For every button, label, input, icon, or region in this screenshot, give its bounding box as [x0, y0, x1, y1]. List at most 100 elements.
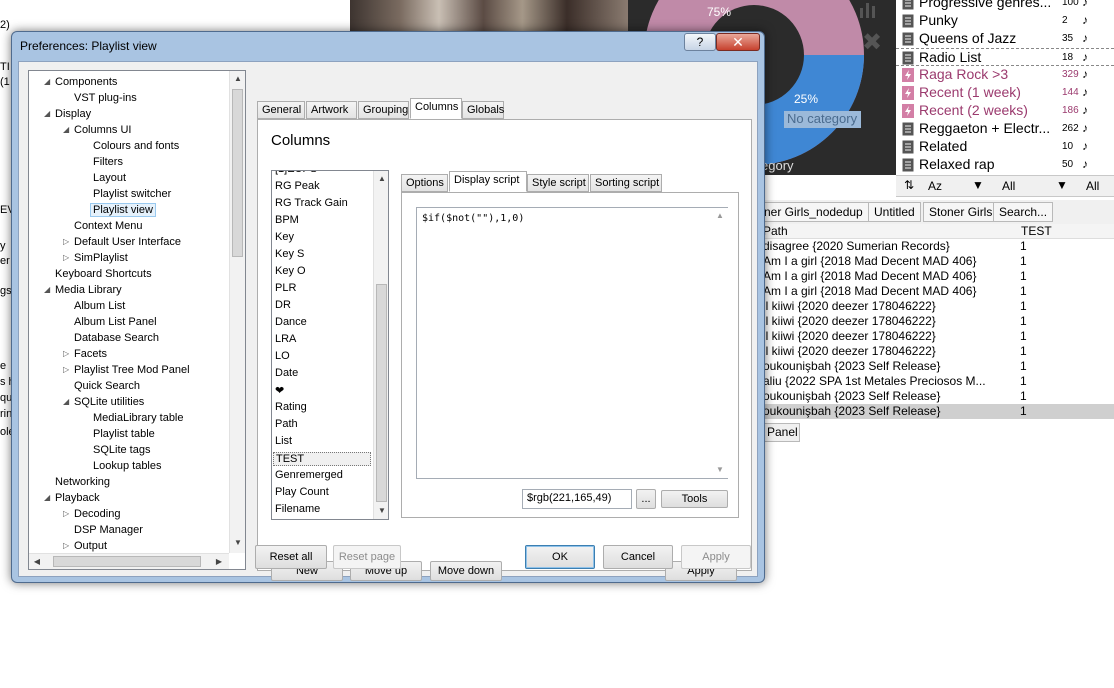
column-list-item[interactable]: [1]EUPS — [275, 171, 317, 175]
reset-all-button[interactable]: Reset all — [255, 545, 327, 569]
column-list-item[interactable]: LO — [275, 350, 290, 362]
tree-item[interactable]: ◢ SQLite utilities — [63, 395, 144, 410]
table-row[interactable]: il kiiwi {2020 deezer 178046222} 1 — [760, 299, 1114, 314]
scroll-right-arrow-icon[interactable]: ▶ — [211, 554, 227, 570]
tree-collapsed-arrow-icon[interactable]: ▷ — [63, 539, 69, 553]
column-list-item[interactable]: Filename — [275, 503, 320, 515]
column-list-item[interactable]: Rating — [275, 401, 307, 413]
tree-collapsed-arrow-icon[interactable]: ▷ — [63, 507, 69, 521]
tree-item[interactable]: Keyboard Shortcuts — [55, 267, 152, 282]
tree-vertical-scrollbar[interactable]: ▲ ▼ — [229, 71, 245, 553]
table-row[interactable]: aliu {2022 SPA 1st Metales Preciosos M..… — [760, 374, 1114, 389]
column-list-item[interactable]: RG Peak — [275, 180, 320, 192]
tree-collapsed-arrow-icon[interactable]: ▷ — [63, 251, 69, 265]
playlist-tab[interactable]: ner Girls_nodedup — [758, 202, 869, 222]
tree-item[interactable]: ▷ Decoding — [63, 507, 120, 522]
tree-item[interactable]: SQLite tags — [93, 443, 150, 458]
table-row[interactable]: Am I a girl {2018 Mad Decent MAD 406} 1 — [760, 254, 1114, 269]
table-row[interactable]: Am I a girl {2018 Mad Decent MAD 406} 1 — [760, 284, 1114, 299]
tree-item[interactable]: ▷ Output — [63, 539, 107, 554]
column-list-item[interactable]: Date — [275, 367, 298, 379]
playlist-item[interactable]: Raga Rock >3 329 ♪ — [896, 66, 1114, 84]
script-scrollbar[interactable]: ▲ ▼ — [712, 208, 728, 478]
tab-columns[interactable]: Columns — [410, 98, 462, 119]
tree-item[interactable]: ◢ Components — [44, 75, 117, 90]
scroll-up-arrow-icon[interactable]: ▲ — [230, 71, 246, 87]
playlist-item[interactable]: Punky 2 ♪ — [896, 12, 1114, 30]
filter-all-1[interactable]: All — [1002, 179, 1015, 193]
tree-item[interactable]: Colours and fonts — [93, 139, 179, 154]
list-scroll-up-icon[interactable]: ▲ — [374, 171, 388, 187]
table-row[interactable]: il kiiwi {2020 deezer 178046222} 1 — [760, 314, 1114, 329]
tree-item[interactable]: Lookup tables — [93, 459, 162, 474]
playlist-item[interactable]: Progressive genres... 100 ♪ — [896, 0, 1114, 12]
apply-button[interactable]: Apply — [681, 545, 751, 569]
panel-tab[interactable]: Panel — [763, 423, 800, 442]
tree-expanded-arrow-icon[interactable]: ◢ — [44, 491, 50, 505]
tab-general[interactable]: General — [257, 101, 305, 119]
subtab-options[interactable]: Options — [401, 174, 448, 192]
scroll-down-arrow-icon[interactable]: ▼ — [230, 535, 246, 551]
column-list-item[interactable]: Key O — [275, 265, 306, 277]
display-script-editor[interactable]: $if($not(""),1,0) ▲ ▼ — [416, 207, 728, 479]
chart-close-icon[interactable]: ✖ — [862, 28, 882, 56]
tree-item[interactable]: MediaLibrary table — [93, 411, 184, 426]
playlist-item[interactable]: Recent (1 week) 144 ♪ — [896, 84, 1114, 102]
cancel-button[interactable]: Cancel — [603, 545, 673, 569]
playlist-item[interactable]: Radio List 18 ♪ — [896, 48, 1114, 66]
tree-item[interactable]: Context Menu — [74, 219, 142, 234]
tab-artwork[interactable]: Artwork — [306, 101, 357, 119]
header-test[interactable]: TEST — [1021, 224, 1052, 238]
tree-expanded-arrow-icon[interactable]: ◢ — [44, 283, 50, 297]
tree-item[interactable]: ▷ Playlist Tree Mod Panel — [63, 363, 190, 378]
tree-item[interactable]: ▷ Default User Interface — [63, 235, 181, 250]
move-down-button[interactable]: Move down — [430, 561, 502, 581]
sort-label[interactable]: Az — [928, 179, 942, 193]
display-script-text[interactable]: $if($not(""),1,0) — [422, 213, 524, 224]
tree-expanded-arrow-icon[interactable]: ◢ — [44, 75, 50, 89]
ok-button[interactable]: OK — [525, 545, 595, 569]
column-list-item[interactable]: LRA — [275, 333, 296, 345]
browse-dots-button[interactable]: ... — [636, 489, 656, 509]
tree-expanded-arrow-icon[interactable]: ◢ — [63, 395, 69, 409]
scroll-left-arrow-icon[interactable]: ◀ — [29, 554, 45, 570]
subtab-display-script[interactable]: Display script — [449, 171, 527, 192]
column-list-item[interactable]: PLR — [275, 282, 296, 294]
tree-item[interactable]: VST plug-ins — [74, 91, 137, 106]
columns-list-scrollbar[interactable]: ▲ ▼ — [373, 171, 388, 519]
column-list-item[interactable]: ❤ — [275, 384, 284, 397]
tree-item[interactable]: Playlist table — [93, 427, 155, 442]
close-button[interactable]: ✕ — [716, 33, 760, 51]
tree-expanded-arrow-icon[interactable]: ◢ — [63, 123, 69, 137]
playlist-item[interactable]: Queens of Jazz 35 ♪ — [896, 30, 1114, 48]
help-button[interactable]: ? — [684, 33, 716, 51]
filter-all-2[interactable]: All — [1086, 179, 1099, 193]
tree-scroll-thumb[interactable] — [232, 89, 243, 257]
tree-item[interactable]: DSP Manager — [74, 523, 143, 538]
color-value-field[interactable]: $rgb(221,165,49) — [522, 489, 632, 509]
reset-page-button[interactable]: Reset page — [333, 545, 401, 569]
script-scroll-up-icon[interactable]: ▲ — [712, 208, 728, 224]
tree-item[interactable]: ◢ Columns UI — [63, 123, 131, 138]
table-row[interactable]: il kiiwi {2020 deezer 178046222} 1 — [760, 344, 1114, 359]
playlist-tab[interactable]: Untitled — [868, 202, 921, 222]
table-row[interactable]: il kiiwi {2020 deezer 178046222} 1 — [760, 329, 1114, 344]
tree-item[interactable]: Playlist view — [90, 203, 156, 218]
column-list-item[interactable]: List — [275, 435, 292, 447]
filter-icon-2[interactable]: ▼ — [1056, 178, 1068, 192]
tools-button[interactable]: Tools — [661, 490, 728, 508]
column-list-item[interactable]: Genremerged — [275, 469, 343, 481]
list-scroll-thumb[interactable] — [376, 284, 387, 502]
filter-icon[interactable]: ▼ — [972, 178, 984, 192]
table-row[interactable]: oukounişbah {2023 Self Release} 1 — [760, 404, 1114, 419]
column-list-item[interactable]: Dance — [275, 316, 307, 328]
column-list-item[interactable]: Key — [275, 231, 294, 243]
tree-hscroll-thumb[interactable] — [53, 556, 201, 567]
tree-item[interactable]: Playlist switcher — [93, 187, 171, 202]
script-scroll-down-icon[interactable]: ▼ — [712, 462, 728, 478]
column-list-item[interactable]: BPM — [275, 214, 299, 226]
tree-collapsed-arrow-icon[interactable]: ▷ — [63, 363, 69, 377]
sort-icon[interactable]: ⇅ — [904, 178, 914, 192]
table-row[interactable]: Am I a girl {2018 Mad Decent MAD 406} 1 — [760, 269, 1114, 284]
dialog-titlebar[interactable]: Preferences: Playlist view ? ✕ — [12, 32, 764, 60]
